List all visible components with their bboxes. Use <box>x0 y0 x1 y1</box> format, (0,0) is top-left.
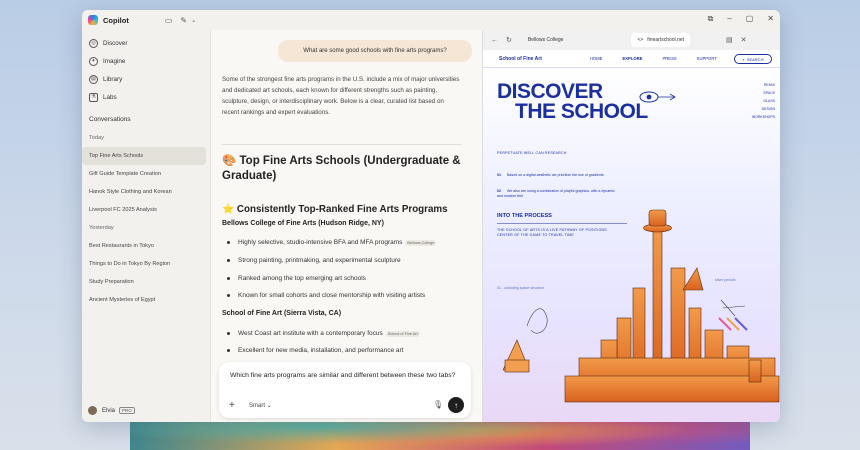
tab-label: fineartschool.net <box>647 37 684 43</box>
tab-bellows-college[interactable]: Bellows College <box>522 33 570 47</box>
picture-in-picture-icon[interactable]: ⧉ <box>708 14 714 24</box>
futuristic-city-illustration <box>502 209 780 403</box>
site-search-button[interactable]: ⌕ SEARCH <box>734 54 772 64</box>
search-icon: ⌕ <box>742 56 745 62</box>
sidebar-item-imagine[interactable]: ✦ Imagine <box>82 52 210 70</box>
browser-panel: ← ↻ Bellows College <> fineartschool.net… <box>482 30 780 422</box>
site-link-home[interactable]: HOME <box>590 56 603 61</box>
list-item-text: Highly selective, studio-intensive BFA a… <box>238 239 403 246</box>
divider <box>222 144 462 145</box>
sidebar-item-labs[interactable]: ⚗ Labs <box>82 88 210 106</box>
list-item-text: Ranked among the top emerging art school… <box>238 275 366 282</box>
bullet-dot <box>227 332 230 335</box>
refresh-icon[interactable]: ↻ <box>506 36 512 44</box>
site-link-explore[interactable]: EXPLORE <box>622 56 642 61</box>
chevron-down-icon[interactable]: ⌄ <box>191 17 196 24</box>
user-message: What are some good schools with fine art… <box>278 40 472 62</box>
back-icon[interactable]: ← <box>491 37 498 44</box>
microphone-icon[interactable]: 🎙 <box>433 400 443 409</box>
code-icon: <> <box>637 37 644 43</box>
tab-label: Bellows College <box>527 37 564 43</box>
sidebar-item-label: Library <box>103 75 123 83</box>
site-navigation: School of Fine Art HOME EXPLORE PRESS SU… <box>483 50 780 68</box>
list-item-text: Known for small cohorts and close mentor… <box>238 292 426 299</box>
tab-grid-icon[interactable]: ▤ <box>726 36 733 44</box>
site-logo[interactable]: School of Fine Art <box>499 56 542 62</box>
send-button[interactable]: ↑ <box>448 397 464 413</box>
sidebar-item-label: Labs <box>103 93 117 101</box>
list-item: Ranked among the top emerging art school… <box>227 275 366 282</box>
list-item: Strong painting, printmaking, and experi… <box>227 257 401 264</box>
conversations-heading: Conversations <box>89 116 131 123</box>
list-item: Known for small cohorts and close mentor… <box>227 292 425 299</box>
conversation-group-yesterday: Yesterday <box>89 225 114 231</box>
desktop-wallpaper <box>130 418 750 450</box>
list-item: Excellent for new media, installation, a… <box>227 347 403 354</box>
new-chat-icon[interactable]: ✎ <box>180 16 187 25</box>
plus-icon[interactable]: + <box>229 400 235 411</box>
copilot-window: Copilot ▭ ✎ ⌄ ⧉ – ▢ ✕ ◎ Discover ✦ Imagi… <box>82 10 780 422</box>
sidebar-toggle-icon[interactable]: ▭ <box>165 16 173 25</box>
conversation-item[interactable]: Gift Guide Template Creation <box>82 165 206 183</box>
library-icon: ▤ <box>89 74 98 84</box>
conversation-item[interactable]: Liverpool FC 2025 Analysis <box>82 201 206 219</box>
minimize-button[interactable]: – <box>727 14 731 24</box>
compass-icon: ◎ <box>89 38 98 48</box>
message-composer[interactable]: Which fine arts programs are similar and… <box>219 362 471 418</box>
site-link-press[interactable]: PRESS <box>662 56 676 61</box>
copilot-logo-icon <box>88 15 98 25</box>
conversation-item[interactable]: Best Restaurants in Tokyo <box>82 237 206 255</box>
assistant-intro: Some of the strongest fine arts programs… <box>222 76 460 116</box>
chat-panel: What are some good schools with fine art… <box>210 30 482 422</box>
search-label: SEARCH <box>746 56 764 62</box>
user-name: Elvia <box>102 407 116 414</box>
maximize-button[interactable]: ▢ <box>746 14 754 24</box>
sidebar-item-library[interactable]: ▤ Library <box>82 70 210 88</box>
citation-chip[interactable]: School of Fine Art <box>385 330 420 337</box>
bullet-dot <box>227 241 230 244</box>
citation-chip[interactable]: Bellows College <box>405 239 437 246</box>
browser-toolbar: ← ↻ Bellows College <> fineartschool.net… <box>483 30 780 50</box>
window-controls: ⧉ – ▢ ✕ <box>708 14 774 24</box>
conversation-item-fine-arts[interactable]: Top Fine Arts Schools <box>82 147 206 165</box>
tab-fineartschool[interactable]: <> fineartschool.net <box>631 33 690 47</box>
app-name: Copilot <box>103 15 129 25</box>
mode-label: Smart <box>249 403 266 409</box>
sidebar: ◎ Discover ✦ Imagine ▤ Library ⚗ Labs Co… <box>82 30 210 422</box>
bullet-dot <box>227 349 230 352</box>
list-item: Highly selective, studio-intensive BFA a… <box>227 239 437 246</box>
avatar <box>88 406 97 415</box>
response-heading: 🎨 Top Fine Arts Schools (Undergraduate &… <box>222 155 461 182</box>
bullet-dot <box>227 277 230 280</box>
pro-badge: PRO <box>119 407 135 414</box>
site-link-support[interactable]: SUPPORT <box>697 56 717 61</box>
conversation-item[interactable]: Ancient Mysteries of Egypt <box>82 291 206 309</box>
list-item-text: Excellent for new media, installation, a… <box>238 347 404 354</box>
flask-icon: ⚗ <box>89 92 98 102</box>
school-name: Bellows College of Fine Arts (Hudson Rid… <box>222 220 384 227</box>
list-item-text: Strong painting, printmaking, and experi… <box>238 257 401 264</box>
mode-selector[interactable]: Smart ⌄ <box>249 402 272 409</box>
close-button[interactable]: ✕ <box>767 14 774 24</box>
arrow-up-icon: ↑ <box>454 400 458 410</box>
close-tab-icon[interactable]: ✕ <box>741 36 747 44</box>
conversation-item[interactable]: Study Preparation <box>82 273 206 291</box>
sidebar-item-label: Imagine <box>103 57 126 65</box>
list-item: West Coast art institute with a contempo… <box>227 330 420 337</box>
list-item-text: West Coast art institute with a contempo… <box>238 330 383 337</box>
conversation-item[interactable]: Things to Do in Tokyo By Region <box>82 255 206 273</box>
bullet-dot <box>227 259 230 262</box>
conversation-item[interactable]: Hanok Style Clothing and Korean <box>82 183 206 201</box>
title-bar: Copilot ▭ ✎ ⌄ ⧉ – ▢ ✕ <box>82 10 780 30</box>
bullet-dot <box>227 294 230 297</box>
composer-input[interactable]: Which fine arts programs are similar and… <box>230 370 458 381</box>
user-profile[interactable]: Elvia PRO <box>88 406 135 415</box>
sidebar-item-discover[interactable]: ◎ Discover <box>82 34 210 52</box>
response-subheading: ⭐ Consistently Top-Ranked Fine Arts Prog… <box>222 204 448 215</box>
conversation-group-today: Today <box>89 135 104 141</box>
school-name: School of Fine Art (Sierra Vista, CA) <box>222 310 342 317</box>
site-hero: DISCOVER THE SCHOOL REMIX SPACE GLASS DE… <box>483 68 780 422</box>
sidebar-item-label: Discover <box>103 39 128 47</box>
image-icon: ✦ <box>89 56 98 66</box>
